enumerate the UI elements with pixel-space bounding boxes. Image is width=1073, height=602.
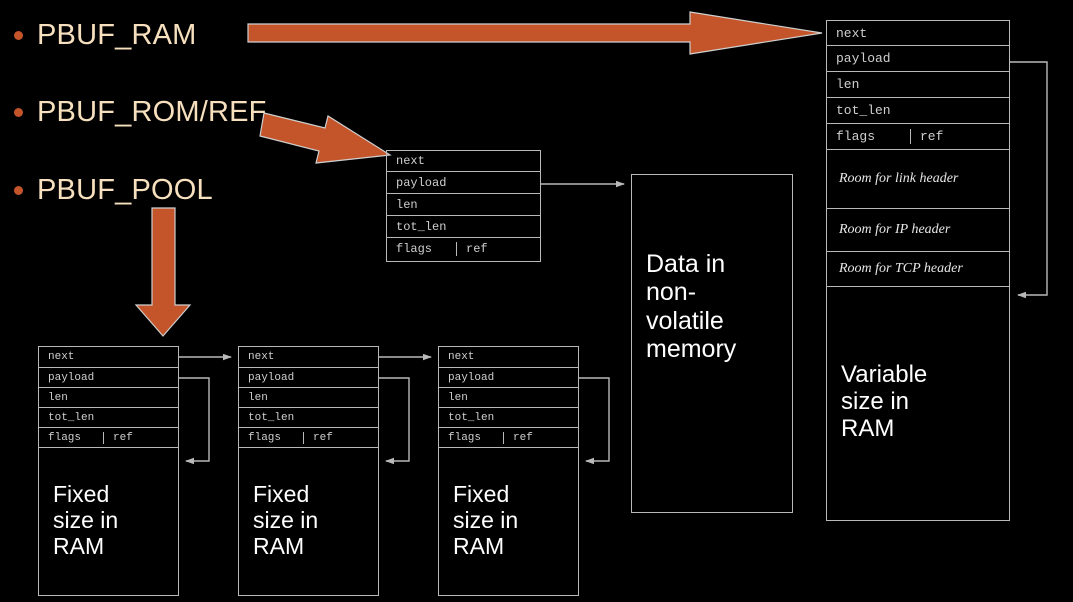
nonvolatile-memory-label: Data in non-volatile memory [646,250,737,363]
pool-arrow-icon [134,207,192,337]
field-payload: payload [48,371,95,384]
field-tot-len: tot_len [448,411,495,424]
pool-payload-connector-1 [179,377,210,465]
field-ref: ref [113,431,133,444]
bullet-item-pbuf-ram: PBUF_RAM [14,19,197,52]
pbuf-ram-room-ip-header: Room for IP header [827,209,1009,252]
field-ref: ref [466,242,488,256]
field-next: next [248,351,275,363]
field-payload: payload [248,371,295,384]
pbuf-pool-struct-2: next payload len tot_len flags ref Fixed… [238,346,379,596]
field-ref: ref [313,431,333,444]
pbuf-pool-struct-3: next payload len tot_len flags ref Fixed… [438,346,579,596]
field-ref: ref [920,129,944,144]
pbuf-ram-data-label: Variable size in RAM [841,361,928,442]
field-flags: flags [39,431,104,444]
field-next: next [836,25,868,41]
field-tot-len: tot_len [396,219,447,234]
field-ref: ref [513,431,533,444]
field-payload: payload [836,51,891,66]
field-len: len [836,77,860,92]
pbuf-rom-struct: next payload len tot_len flags ref [386,150,541,262]
ram-arrow-icon [247,11,823,55]
pbuf-pool-2-data-area: Fixed size in RAM [239,448,378,594]
pbuf-rom-row-flags-ref: flags ref [387,238,540,260]
pbuf-ram-room-tcp-header: Room for TCP header [827,252,1009,287]
pool-payload-connector-2 [379,377,410,465]
pbuf-pool-2-row-len: len [239,388,378,408]
pbuf-ram-row-tot-len: tot_len [827,98,1009,124]
pbuf-ram-room-link-header: Room for link header [827,150,1009,209]
field-tot-len: tot_len [836,103,891,118]
pbuf-pool-3-row-flags-ref: flags ref [439,428,578,448]
pool-payload-connector-3 [579,377,610,465]
pbuf-pool-1-row-len: len [39,388,178,408]
rom-arrow-icon [259,112,392,164]
field-len: len [248,391,268,404]
field-len: len [396,197,418,212]
slide-canvas: PBUF_RAM PBUF_ROM/REF PBUF_POOL next pay… [0,0,1073,602]
pbuf-pool-2-data-label: Fixed size in RAM [253,481,319,559]
pbuf-ram-row-len: len [827,72,1009,98]
pbuf-pool-struct-1: next payload len tot_len flags ref Fixed… [38,346,179,596]
nonvolatile-memory-box: Data in non-volatile memory [631,174,793,513]
pbuf-pool-1-row-next: next [39,347,178,368]
field-flags: flags [827,129,911,144]
bullet-item-pbuf-pool: PBUF_POOL [14,174,213,207]
pbuf-ram-row-payload: payload [827,46,1009,72]
field-flags: flags [387,242,457,256]
field-tot-len: tot_len [48,411,95,424]
pbuf-rom-row-payload: payload [387,172,540,194]
pbuf-pool-2-row-tot-len: tot_len [239,408,378,428]
pbuf-rom-row-len: len [387,194,540,216]
pbuf-pool-3-row-next: next [439,347,578,368]
bullet-dot-icon [14,186,23,195]
pbuf-pool-3-row-tot-len: tot_len [439,408,578,428]
field-len: len [48,391,68,404]
field-flags: flags [439,431,504,444]
field-next: next [48,351,75,363]
bullet-label-pbuf-rom-ref: PBUF_ROM/REF [37,96,267,128]
pbuf-pool-1-data-label: Fixed size in RAM [53,481,119,559]
field-flags: flags [239,431,304,444]
pbuf-pool-3-data-label: Fixed size in RAM [453,481,519,559]
pbuf-pool-1-row-flags-ref: flags ref [39,428,178,448]
pbuf-pool-2-row-next: next [239,347,378,368]
bullet-label-pbuf-ram: PBUF_RAM [37,19,197,51]
pbuf-ram-row-next: next [827,21,1009,46]
field-len: len [448,391,468,404]
pbuf-pool-3-row-len: len [439,388,578,408]
pbuf-rom-row-next: next [387,151,540,172]
pbuf-ram-data-area: Variable size in RAM [827,287,1009,518]
pbuf-pool-1-row-payload: payload [39,368,178,388]
field-payload: payload [396,175,447,190]
pbuf-rom-row-tot-len: tot_len [387,216,540,238]
field-payload: payload [448,371,495,384]
bullet-item-pbuf-rom-ref: PBUF_ROM/REF [14,96,267,129]
pbuf-ram-row-flags-ref: flags ref [827,124,1009,150]
field-next: next [396,154,425,168]
pbuf-pool-1-row-tot-len: tot_len [39,408,178,428]
bullet-label-pbuf-pool: PBUF_POOL [37,174,213,206]
bullet-dot-icon [14,31,23,40]
field-next: next [448,351,475,363]
bullet-dot-icon [14,108,23,117]
pbuf-ram-struct: next payload len tot_len flags ref Room … [826,20,1010,521]
pbuf-pool-1-data-area: Fixed size in RAM [39,448,178,594]
pbuf-pool-2-row-payload: payload [239,368,378,388]
pbuf-pool-3-row-payload: payload [439,368,578,388]
pbuf-pool-3-data-area: Fixed size in RAM [439,448,578,594]
field-tot-len: tot_len [248,411,295,424]
pbuf-pool-2-row-flags-ref: flags ref [239,428,378,448]
ram-payload-connector [1010,61,1048,299]
